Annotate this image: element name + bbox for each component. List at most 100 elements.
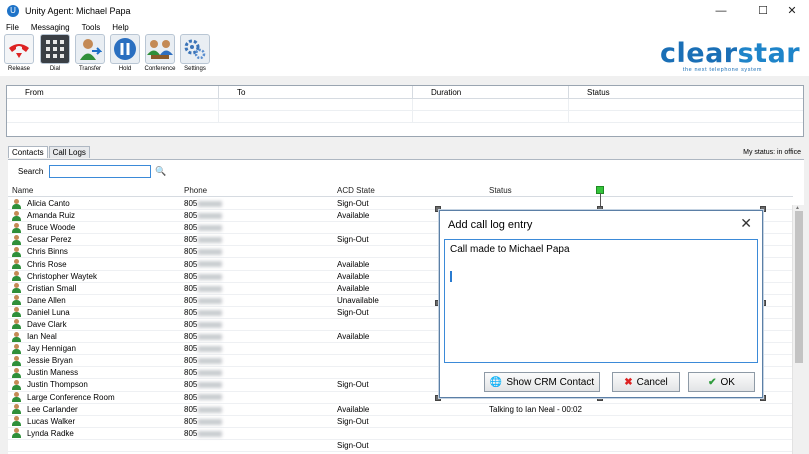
gears-icon [180,34,210,64]
contact-person-icon [12,210,21,221]
logo-brand-b: star [737,38,801,69]
phone-redacted [198,321,223,328]
contact-row[interactable]: Lynda Radke 805 [8,428,793,440]
contact-name-cell: Christopher Waytek [8,271,180,282]
calls-empty-row [7,111,803,123]
contact-phone-cell: 805 [180,380,333,389]
my-status[interactable]: My status: in office [743,149,801,156]
contact-row[interactable]: Lucas Walker 805 Sign-Out [8,416,793,428]
calls-header-from[interactable]: From [7,86,219,98]
close-icon[interactable]: ✕ [740,215,752,232]
contact-phone-cell: 805 [180,417,333,426]
menu-messaging[interactable]: Messaging [31,22,70,34]
contact-person-icon [12,319,21,330]
menu-help[interactable]: Help [112,22,128,34]
phone-redacted [198,418,223,425]
contact-person-icon [12,295,21,306]
phone-redacted [198,370,223,377]
phone-redacted [198,297,223,304]
menu-file[interactable]: File [6,22,19,34]
phone-redacted [198,333,223,340]
window-title: Unity Agent: Michael Papa [25,6,131,16]
scrollbar-thumb[interactable] [795,211,803,363]
contact-row[interactable]: Lee Carlander 805 Available Talking to Ian … [8,404,793,416]
contact-name: Justin Maness [27,368,79,378]
contact-name-cell: Chris Rose [8,259,180,270]
contact-phone: 805 [184,356,198,366]
close-window-button[interactable]: ✕ [775,0,809,22]
header-acd-state[interactable]: ACD State [333,185,485,196]
calls-header-to[interactable]: To [219,86,413,98]
contact-name-cell: Large Conference Room [8,392,180,403]
contact-phone-cell: 805 [180,199,333,208]
checkmark-icon: ✔ [708,376,717,388]
clearstar-logo: clearstar the next telephone system [660,40,800,76]
contact-name: Alicia Canto [27,199,70,209]
contact-phone-cell: 805 [180,235,333,244]
phone-hangup-icon [4,34,34,64]
contact-phone-cell: 805 [180,260,333,269]
show-crm-contact-button[interactable]: 🌐 Show CRM Contact [484,372,600,392]
phone-redacted [198,213,223,220]
transfer-button[interactable]: Transfer [73,34,107,76]
contact-person-icon [12,331,21,342]
header-name[interactable]: Name [8,185,180,196]
search-input[interactable] [49,165,152,178]
contacts-header: Name Phone ACD State Status [8,185,793,197]
transfer-icon [75,34,105,64]
contact-phone: 805 [184,259,198,269]
contact-phone-cell: 805 [180,429,333,438]
search-icon[interactable]: 🔍 [155,166,166,177]
contact-acd-state: Sign-Out [337,440,369,450]
contact-name: Lynda Radke [27,428,74,438]
contact-row[interactable]: Sign-Out [8,440,793,452]
tab-call-logs[interactable]: Call Logs [48,146,90,158]
phone-redacted [198,309,223,316]
contact-name-cell: Justin Thompson [8,379,180,390]
menu-tools[interactable]: Tools [82,22,101,34]
contact-name: Jessie Bryan [27,356,73,366]
release-button[interactable]: Release [2,34,36,76]
menu-bar: File Messaging Tools Help [0,22,809,34]
calls-header-duration[interactable]: Duration [413,86,569,98]
contact-person-icon [12,246,21,257]
contact-name: Large Conference Room [27,392,115,402]
contact-name: Cesar Perez [27,235,72,245]
dial-button[interactable]: Dial [38,34,72,76]
contact-person-icon [12,343,21,354]
header-status[interactable]: Status [485,185,785,196]
ok-button[interactable]: ✔ OK [688,372,755,392]
settings-button[interactable]: Settings [178,34,212,76]
hold-button[interactable]: Hold [108,34,142,76]
minimize-button[interactable]: — [704,0,738,22]
contact-phone: 805 [184,428,198,438]
call-log-textarea[interactable]: Call made to Michael Papa [444,239,758,363]
contact-phone: 805 [184,235,198,245]
tab-contacts[interactable]: Contacts [8,146,48,158]
contact-name-cell: Dane Allen [8,295,180,306]
contacts-scrollbar[interactable]: ▲ [792,205,804,454]
ok-label: OK [720,376,735,388]
calls-header-status[interactable]: Status [569,86,803,98]
release-label: Release [7,66,30,72]
contact-person-icon [12,367,21,378]
contact-name-cell: Lynda Radke [8,428,180,439]
contact-phone: 805 [184,199,198,209]
contact-person-icon [12,234,21,245]
contact-name-cell: Bruce Woode [8,222,180,233]
active-calls-table: From To Duration Status [6,85,804,137]
contact-person-icon [12,271,21,282]
calls-empty-row [7,99,803,111]
contact-name-cell: Amanda Ruiz [8,210,180,221]
header-phone[interactable]: Phone [180,185,333,196]
contact-name: Justin Thompson [27,380,88,390]
rotate-handle-stem [600,193,601,207]
phone-redacted [198,237,223,244]
conference-button[interactable]: Conference [143,34,177,76]
contact-row[interactable]: Alicia Canto 805 Sign-Out [8,198,793,211]
contact-name: Dane Allen [27,295,66,305]
contact-phone-cell: 805 [180,393,333,402]
contact-name: Cristian Small [27,283,77,293]
conference-label: Conference [144,66,176,72]
cancel-button[interactable]: ✖ Cancel [612,372,680,392]
